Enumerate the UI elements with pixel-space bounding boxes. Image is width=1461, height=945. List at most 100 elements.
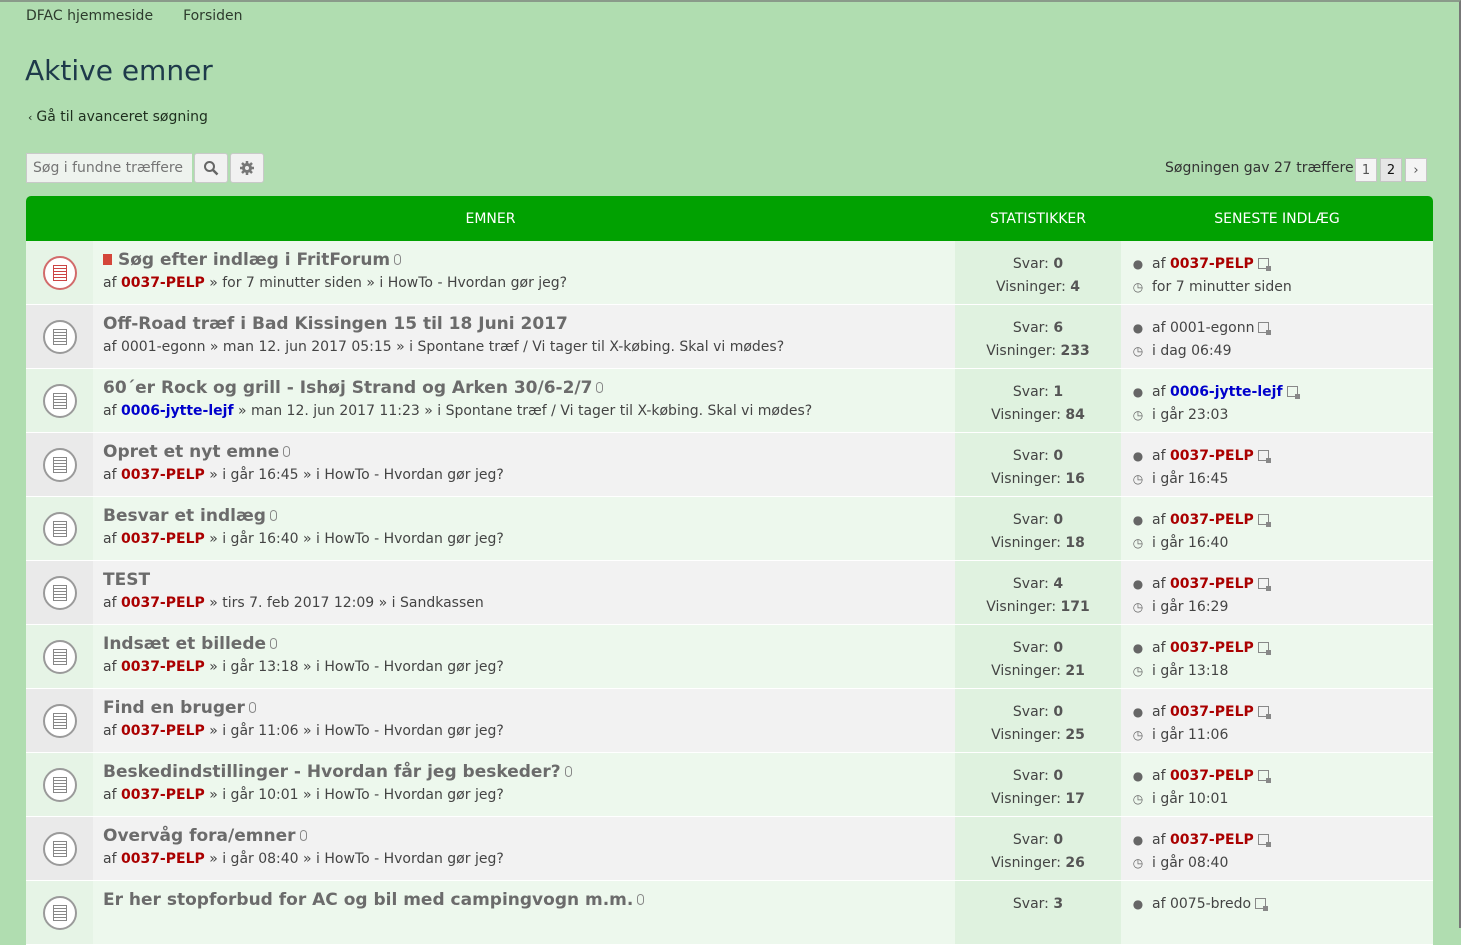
topic-read-icon[interactable] bbox=[42, 319, 77, 354]
topic-title[interactable]: Opret et nyt emne bbox=[103, 442, 279, 462]
advanced-search-link[interactable]: ‹ Gå til avanceret søgning bbox=[28, 109, 208, 125]
topic-author[interactable]: 0037-PELP bbox=[121, 595, 205, 611]
by-label: af bbox=[103, 595, 117, 611]
topic-read-icon[interactable] bbox=[42, 575, 77, 610]
last-post-author[interactable]: 0001-egonn bbox=[1170, 320, 1255, 336]
topic-unread-icon[interactable] bbox=[42, 255, 77, 290]
last-post-author[interactable]: 0037-PELP bbox=[1170, 512, 1254, 528]
breadcrumb-index[interactable]: Forsiden bbox=[183, 8, 242, 24]
search-input[interactable] bbox=[26, 153, 192, 183]
go-to-last-post-icon[interactable] bbox=[1286, 386, 1300, 399]
topic-title[interactable]: Indsæt et billede bbox=[103, 634, 266, 654]
topic-author[interactable]: 0001-egonn bbox=[121, 339, 206, 355]
replies-count: 0 bbox=[1053, 448, 1064, 464]
topic-title[interactable]: Er her stopforbud for AC og bil med camp… bbox=[103, 890, 633, 910]
page-1-button[interactable]: 1 bbox=[1355, 158, 1377, 182]
last-post-author[interactable]: 0037-PELP bbox=[1170, 256, 1254, 272]
by-label: af bbox=[103, 467, 117, 483]
last-post-author[interactable]: 0075-bredo bbox=[1170, 896, 1251, 912]
topic-read-icon[interactable] bbox=[42, 639, 77, 674]
topic-status-cell bbox=[26, 689, 93, 752]
last-post-time: i går 11:06 bbox=[1152, 727, 1229, 743]
advanced-settings-button[interactable] bbox=[230, 153, 264, 183]
topic-title[interactable]: Find en bruger bbox=[103, 698, 245, 718]
last-post-author[interactable]: 0006-jytte-lejf bbox=[1170, 384, 1283, 400]
last-post-author[interactable]: 0037-PELP bbox=[1170, 704, 1254, 720]
last-post-author[interactable]: 0037-PELP bbox=[1170, 576, 1254, 592]
last-post-author[interactable]: 0037-PELP bbox=[1170, 448, 1254, 464]
go-to-last-post-icon[interactable] bbox=[1255, 898, 1269, 911]
topic-status-cell bbox=[26, 817, 93, 880]
last-post-time: i går 16:29 bbox=[1152, 599, 1229, 615]
user-icon: ● bbox=[1132, 641, 1144, 655]
last-post-time: i går 16:40 bbox=[1152, 535, 1229, 551]
topic-title-line: 60´er Rock og grill - Ishøj Strand og Ar… bbox=[103, 378, 945, 398]
page-2-button[interactable]: 2 bbox=[1380, 158, 1402, 182]
gear-icon bbox=[240, 161, 254, 175]
topic-stats-cell: Svar: 0 Visninger: 18 bbox=[955, 497, 1121, 560]
topic-title[interactable]: Overvåg fora/emner bbox=[103, 826, 296, 846]
views-count: 21 bbox=[1065, 663, 1085, 679]
go-to-last-post-icon[interactable] bbox=[1257, 706, 1271, 719]
topic-meta: af 0037-PELP » tirs 7. feb 2017 12:09 » … bbox=[103, 594, 945, 612]
breadcrumb-home[interactable]: DFAC hjemmeside bbox=[26, 8, 153, 24]
topic-title[interactable]: Off-Road træf i Bad Kissingen 15 til 18 … bbox=[103, 314, 568, 334]
topic-last-post-cell: ● af 0037-PELP ◷ i går 11:06 bbox=[1121, 689, 1433, 752]
topic-title[interactable]: Besvar et indlæg bbox=[103, 506, 266, 526]
topic-title[interactable]: 60´er Rock og grill - Ishøj Strand og Ar… bbox=[103, 378, 592, 398]
topic-meta: af 0037-PELP » i går 11:06 » i HowTo - H… bbox=[103, 722, 945, 740]
last-post-author[interactable]: 0037-PELP bbox=[1170, 640, 1254, 656]
topic-read-icon[interactable] bbox=[42, 831, 77, 866]
views-count: 25 bbox=[1065, 727, 1085, 743]
topic-row: Søg efter indlæg i FritForum af 0037-PEL… bbox=[26, 241, 1433, 305]
go-to-last-post-icon[interactable] bbox=[1257, 514, 1271, 527]
topic-main-cell: Besvar et indlæg af 0037-PELP » i går 16… bbox=[93, 497, 955, 560]
next-page-button[interactable]: › bbox=[1405, 158, 1427, 182]
topic-author[interactable]: 0037-PELP bbox=[121, 531, 205, 547]
topic-main-cell: Opret et nyt emne af 0037-PELP » i går 1… bbox=[93, 433, 955, 496]
by-label: af bbox=[103, 339, 117, 355]
topic-meta-text: » for 7 minutter siden » i HowTo - Hvord… bbox=[204, 275, 568, 291]
topic-read-icon[interactable] bbox=[42, 511, 77, 546]
go-to-last-post-icon[interactable] bbox=[1257, 642, 1271, 655]
by-label: af bbox=[1152, 320, 1166, 336]
topic-author[interactable]: 0037-PELP bbox=[121, 723, 205, 739]
topic-title[interactable]: Beskedindstillinger - Hvordan får jeg be… bbox=[103, 762, 561, 782]
last-post-author[interactable]: 0037-PELP bbox=[1170, 768, 1254, 784]
go-to-last-post-icon[interactable] bbox=[1257, 450, 1271, 463]
views-label: Visninger: bbox=[986, 343, 1057, 359]
topic-main-cell: 60´er Rock og grill - Ishøj Strand og Ar… bbox=[93, 369, 955, 432]
topic-title[interactable]: Søg efter indlæg i FritForum bbox=[118, 250, 390, 270]
replies-label: Svar: bbox=[1012, 512, 1049, 528]
search-button[interactable] bbox=[194, 153, 228, 183]
go-to-last-post-icon[interactable] bbox=[1257, 258, 1271, 271]
by-label: af bbox=[103, 723, 117, 739]
topic-author[interactable]: 0006-jytte-lejf bbox=[121, 403, 234, 419]
topic-meta-text: » i går 16:45 » i HowTo - Hvordan gør je… bbox=[204, 467, 504, 483]
new-post-icon[interactable] bbox=[103, 254, 112, 265]
topic-author[interactable]: 0037-PELP bbox=[121, 275, 205, 291]
topic-read-icon[interactable] bbox=[42, 703, 77, 738]
topic-author[interactable]: 0037-PELP bbox=[121, 467, 205, 483]
last-post-author[interactable]: 0037-PELP bbox=[1170, 832, 1254, 848]
topic-author[interactable]: 0037-PELP bbox=[121, 851, 205, 867]
topic-read-icon[interactable] bbox=[42, 447, 77, 482]
topic-read-icon[interactable] bbox=[42, 383, 77, 418]
views-label: Visninger: bbox=[991, 407, 1061, 423]
topic-title[interactable]: TEST bbox=[103, 570, 150, 590]
by-label: af bbox=[1152, 832, 1166, 848]
topic-author[interactable]: 0037-PELP bbox=[121, 659, 205, 675]
views-label: Visninger: bbox=[991, 791, 1061, 807]
topic-stats-cell: Svar: 3 bbox=[955, 881, 1121, 944]
topic-author[interactable]: 0037-PELP bbox=[121, 787, 205, 803]
go-to-last-post-icon[interactable] bbox=[1257, 578, 1271, 591]
user-icon: ● bbox=[1132, 513, 1144, 527]
go-to-last-post-icon[interactable] bbox=[1258, 322, 1272, 335]
topic-meta: af 0001-egonn » man 12. jun 2017 05:15 »… bbox=[103, 338, 945, 356]
go-to-last-post-icon[interactable] bbox=[1257, 770, 1271, 783]
go-to-last-post-icon[interactable] bbox=[1257, 834, 1271, 847]
last-post-time: i går 16:45 bbox=[1152, 471, 1229, 487]
topic-read-icon[interactable] bbox=[42, 767, 77, 802]
topic-read-icon[interactable] bbox=[42, 895, 77, 930]
topic-meta: af 0037-PELP » i går 13:18 » i HowTo - H… bbox=[103, 658, 945, 676]
